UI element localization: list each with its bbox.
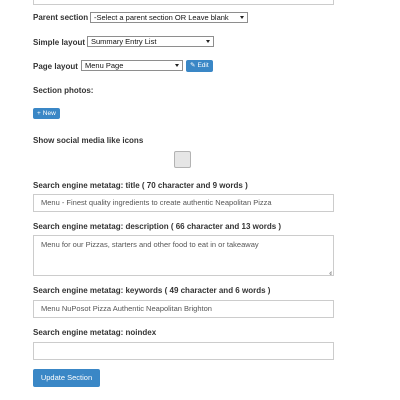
parent-section-label: Parent section	[33, 13, 89, 22]
simple-layout-select[interactable]: Summary Entry List	[87, 36, 214, 47]
chevron-down-icon	[175, 64, 179, 67]
page-layout-value: Menu Page	[85, 61, 124, 70]
chevron-down-icon	[206, 40, 210, 43]
parent-section-select[interactable]: -Select a parent section OR Leave blank	[90, 12, 248, 23]
new-photo-label: New	[42, 110, 56, 117]
section-photos-label: Section photos:	[33, 86, 94, 95]
social-icons-checkbox[interactable]	[174, 151, 191, 168]
meta-keywords-label: Search engine metatag: keywords ( 49 cha…	[33, 286, 271, 295]
update-section-button[interactable]: Update Section	[33, 369, 100, 387]
meta-keywords-value: Menu NuPosot Pizza Authentic Neapolitan …	[41, 304, 212, 313]
edit-icon: ✎	[190, 62, 196, 69]
meta-keywords-input[interactable]: Menu NuPosot Pizza Authentic Neapolitan …	[33, 300, 334, 318]
parent-section-value: -Select a parent section OR Leave blank	[94, 13, 229, 22]
meta-title-input[interactable]: Menu - Finest quality ingredients to cre…	[33, 194, 334, 212]
edit-layout-button[interactable]: ✎ Edit	[186, 60, 213, 72]
plus-icon: +	[37, 110, 41, 117]
social-icons-label: Show social media like icons	[33, 136, 144, 145]
simple-layout-value: Summary Entry List	[91, 37, 157, 46]
meta-noindex-input[interactable]	[33, 342, 334, 360]
simple-layout-label: Simple layout	[33, 38, 86, 47]
meta-title-value: Menu - Finest quality ingredients to cre…	[41, 198, 272, 207]
chevron-down-icon	[240, 16, 244, 19]
meta-description-label: Search engine metatag: description ( 66 …	[33, 222, 282, 231]
edit-layout-label: Edit	[197, 62, 209, 69]
meta-description-value: Menu for our Pizzas, starters and other …	[41, 240, 259, 249]
resize-handle-icon[interactable]	[326, 268, 332, 274]
page-layout-label: Page layout	[33, 62, 78, 71]
top-input-field[interactable]	[33, 0, 334, 5]
meta-description-textarea[interactable]: Menu for our Pizzas, starters and other …	[33, 235, 334, 276]
page-layout-select[interactable]: Menu Page	[81, 60, 183, 71]
new-photo-button[interactable]: + New	[33, 108, 60, 119]
meta-title-label: Search engine metatag: title ( 70 charac…	[33, 181, 248, 190]
meta-noindex-label: Search engine metatag: noindex	[33, 328, 157, 337]
